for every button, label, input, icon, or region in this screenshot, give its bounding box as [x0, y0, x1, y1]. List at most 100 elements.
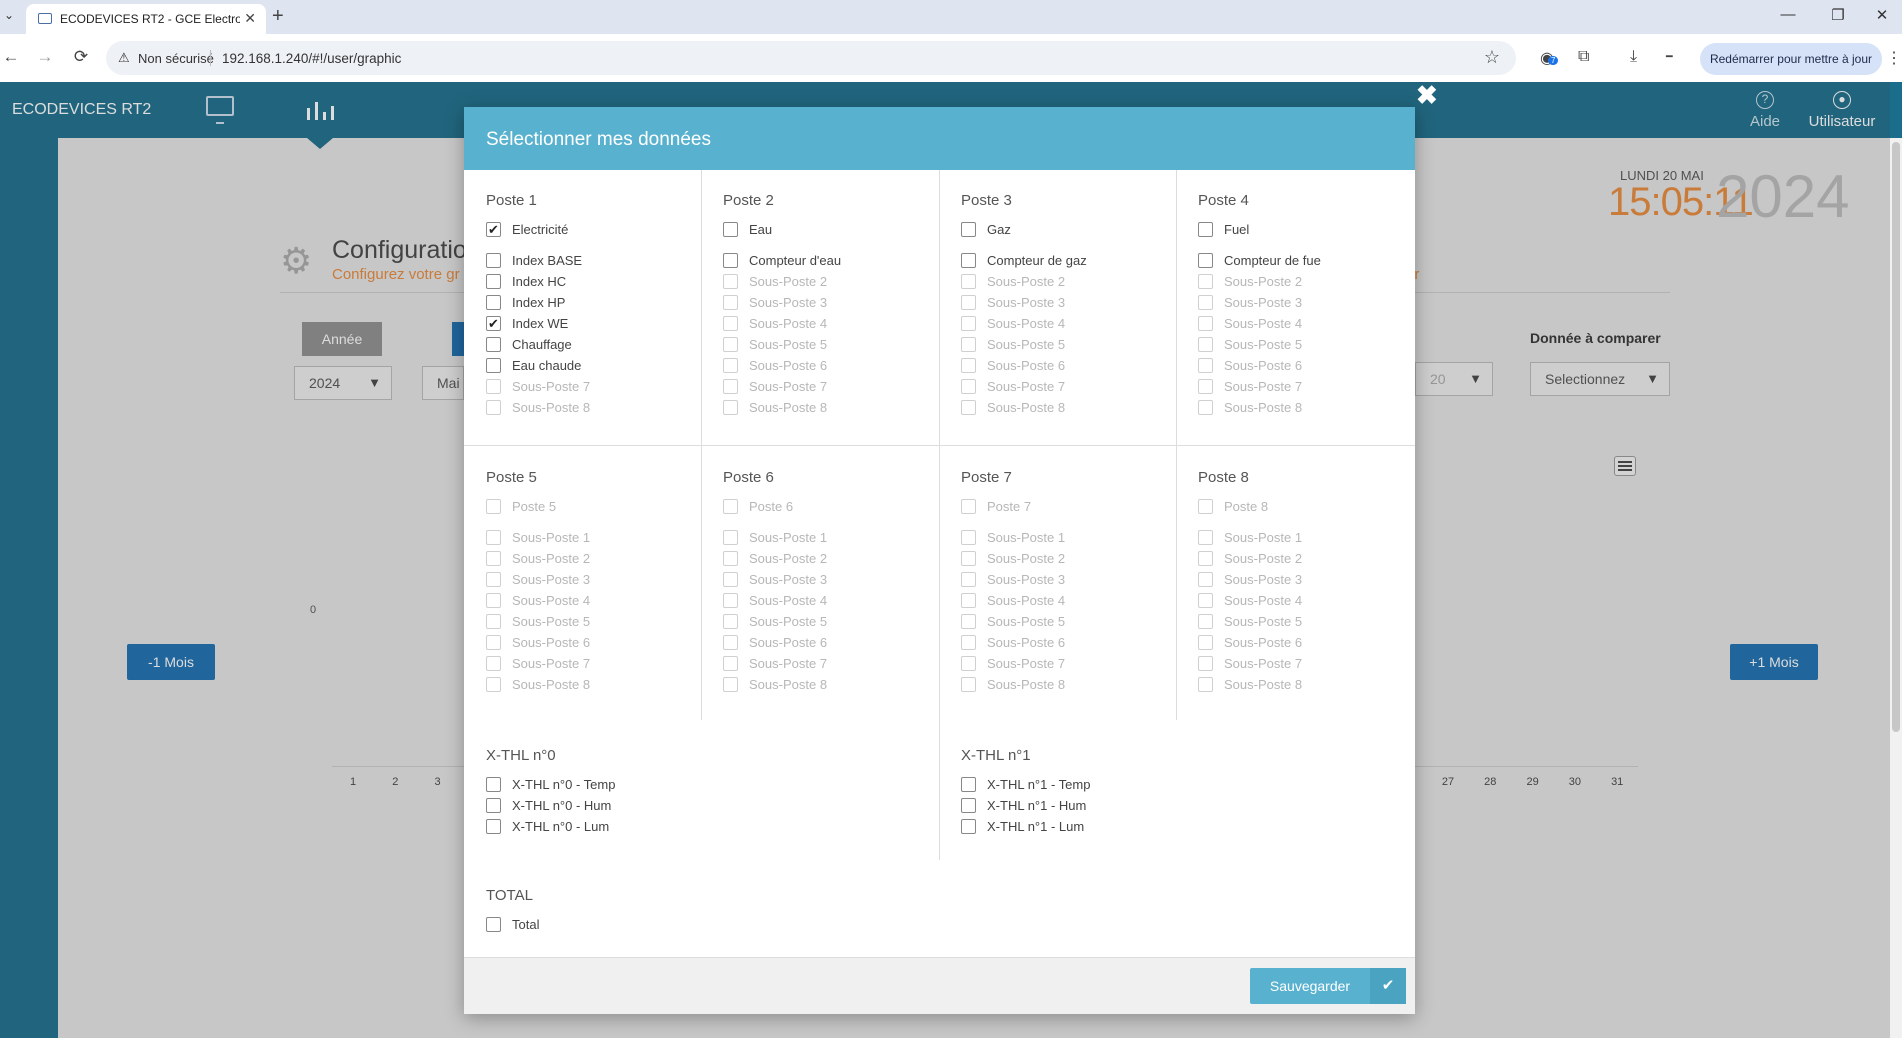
checkbox — [1198, 551, 1213, 566]
checkbox — [486, 499, 501, 514]
browser-menu-icon[interactable]: ⋮ — [1886, 48, 1902, 68]
checkbox-label: Sous-Poste 4 — [987, 316, 1066, 331]
checkbox-label: Sous-Poste 5 — [749, 337, 828, 352]
checkbox-label: X-THL n°0 - Hum — [512, 798, 612, 813]
security-label[interactable]: Non sécurisé — [138, 51, 214, 66]
column-divider — [939, 720, 940, 860]
group-title: Poste 5 — [486, 469, 537, 486]
checkbox-label: Poste 6 — [749, 499, 794, 514]
checkbox-label: Sous-Poste 2 — [1224, 274, 1303, 289]
checkbox-label: Sous-Poste 3 — [987, 572, 1066, 587]
checkbox — [961, 499, 976, 514]
checkbox[interactable] — [486, 798, 501, 813]
forward-icon[interactable]: → — [34, 47, 56, 67]
checkbox[interactable] — [723, 253, 738, 268]
checkbox[interactable] — [961, 777, 976, 792]
checkbox-label: Sous-Poste 7 — [987, 379, 1066, 394]
checkbox — [723, 677, 738, 692]
new-tab-button[interactable]: + — [272, 5, 284, 28]
save-button[interactable]: Sauvegarder ✔ — [1250, 968, 1406, 1004]
checkbox[interactable] — [486, 358, 501, 373]
warning-icon: ⚠ — [118, 50, 130, 65]
checkbox — [486, 572, 501, 587]
restore-icon[interactable]: ❐ — [1818, 6, 1858, 24]
checkbox[interactable] — [486, 274, 501, 289]
checkbox-label: Sous-Poste 5 — [1224, 614, 1303, 629]
checkbox — [723, 316, 738, 331]
checkbox-label: Sous-Poste 2 — [987, 274, 1066, 289]
checkbox[interactable] — [1198, 253, 1213, 268]
checkbox — [1198, 572, 1213, 587]
checkbox[interactable] — [486, 337, 501, 352]
checkbox-label: Sous-Poste 4 — [987, 593, 1066, 608]
checkbox — [486, 677, 501, 692]
update-restart-button[interactable]: Redémarrer pour mettre à jour — [1700, 43, 1882, 75]
checkbox[interactable] — [961, 819, 976, 834]
checkbox — [1198, 499, 1213, 514]
address-bar[interactable]: ⚠ Non sécurisé 192.168.1.240/#!/user/gra… — [106, 41, 1516, 75]
extension-badge-icon[interactable]: ◉7 — [1540, 48, 1559, 68]
checkbox[interactable] — [486, 917, 501, 932]
select-data-modal: Sélectionner mes données Poste 1 ✔ Electri… — [464, 107, 1415, 1014]
scrollbar-thumb[interactable] — [1892, 142, 1900, 732]
checkbox-label: Compteur de fue — [1224, 253, 1321, 268]
browser-toolbar: ← → ⟳ ⚠ Non sécurisé 192.168.1.240/#!/us… — [0, 34, 1902, 82]
checkbox — [723, 295, 738, 310]
url-text[interactable]: 192.168.1.240/#!/user/graphic — [222, 51, 401, 66]
checkbox-checked[interactable]: ✔ — [486, 316, 501, 331]
browser-tab[interactable]: ECODEVICES RT2 - GCE Electronics ✕ — [26, 4, 266, 34]
checkbox-label: Gaz — [987, 222, 1011, 237]
modal-footer: Sauvegarder ✔ — [464, 957, 1415, 1014]
download-icon[interactable]: ⤓ — [1630, 48, 1637, 66]
modal-close-icon[interactable]: ✖ — [1416, 80, 1438, 111]
profile-icon[interactable]: ━ — [1666, 50, 1673, 63]
checkbox — [961, 656, 976, 671]
checkbox[interactable] — [1198, 222, 1213, 237]
checkbox — [961, 400, 976, 415]
tab-search-icon[interactable]: ⌄ — [2, 8, 16, 22]
checkbox — [961, 358, 976, 373]
checkbox — [961, 295, 976, 310]
checkbox-label: Sous-Poste 5 — [987, 614, 1066, 629]
checkbox-checked[interactable]: ✔ — [486, 222, 501, 237]
checkbox[interactable] — [486, 295, 501, 310]
checkbox-label: Sous-Poste 4 — [1224, 316, 1303, 331]
checkbox[interactable] — [961, 222, 976, 237]
checkbox — [486, 379, 501, 394]
checkbox — [961, 677, 976, 692]
reload-icon[interactable]: ⟳ — [70, 47, 92, 67]
checkbox[interactable] — [486, 253, 501, 268]
group-title: Poste 7 — [961, 469, 1012, 486]
bookmark-star-icon[interactable]: ☆ — [1484, 47, 1500, 68]
extensions-puzzle-icon[interactable]: ⧉ — [1578, 48, 1589, 66]
tab-close-icon[interactable]: ✕ — [244, 10, 256, 27]
checkbox[interactable] — [961, 798, 976, 813]
checkbox — [961, 614, 976, 629]
page-scrollbar[interactable] — [1890, 138, 1902, 1038]
checkbox — [1198, 635, 1213, 650]
checkbox-label: Sous-Poste 5 — [1224, 337, 1303, 352]
checkbox[interactable] — [486, 777, 501, 792]
checkbox[interactable] — [961, 253, 976, 268]
group-title: Poste 8 — [1198, 469, 1249, 486]
window-close-icon[interactable]: ✕ — [1862, 6, 1902, 24]
checkbox-label: Index HC — [512, 274, 567, 289]
checkbox — [723, 656, 738, 671]
checkbox — [723, 551, 738, 566]
checkbox-label: Compteur de gaz — [987, 253, 1087, 268]
checkbox-label: Sous-Poste 7 — [749, 379, 828, 394]
checkbox[interactable] — [723, 222, 738, 237]
checkbox — [486, 551, 501, 566]
checkbox — [723, 572, 738, 587]
checkbox-label: Sous-Poste 8 — [749, 677, 828, 692]
checkbox[interactable] — [486, 819, 501, 834]
modal-title: Sélectionner mes données — [486, 129, 711, 150]
checkbox — [723, 499, 738, 514]
back-icon[interactable]: ← — [0, 47, 22, 67]
checkbox — [961, 593, 976, 608]
checkbox-label: Sous-Poste 3 — [1224, 295, 1303, 310]
checkbox-label: Index BASE — [512, 253, 583, 268]
minimize-icon[interactable]: — — [1768, 6, 1808, 23]
checkbox — [1198, 656, 1213, 671]
checkbox — [961, 274, 976, 289]
